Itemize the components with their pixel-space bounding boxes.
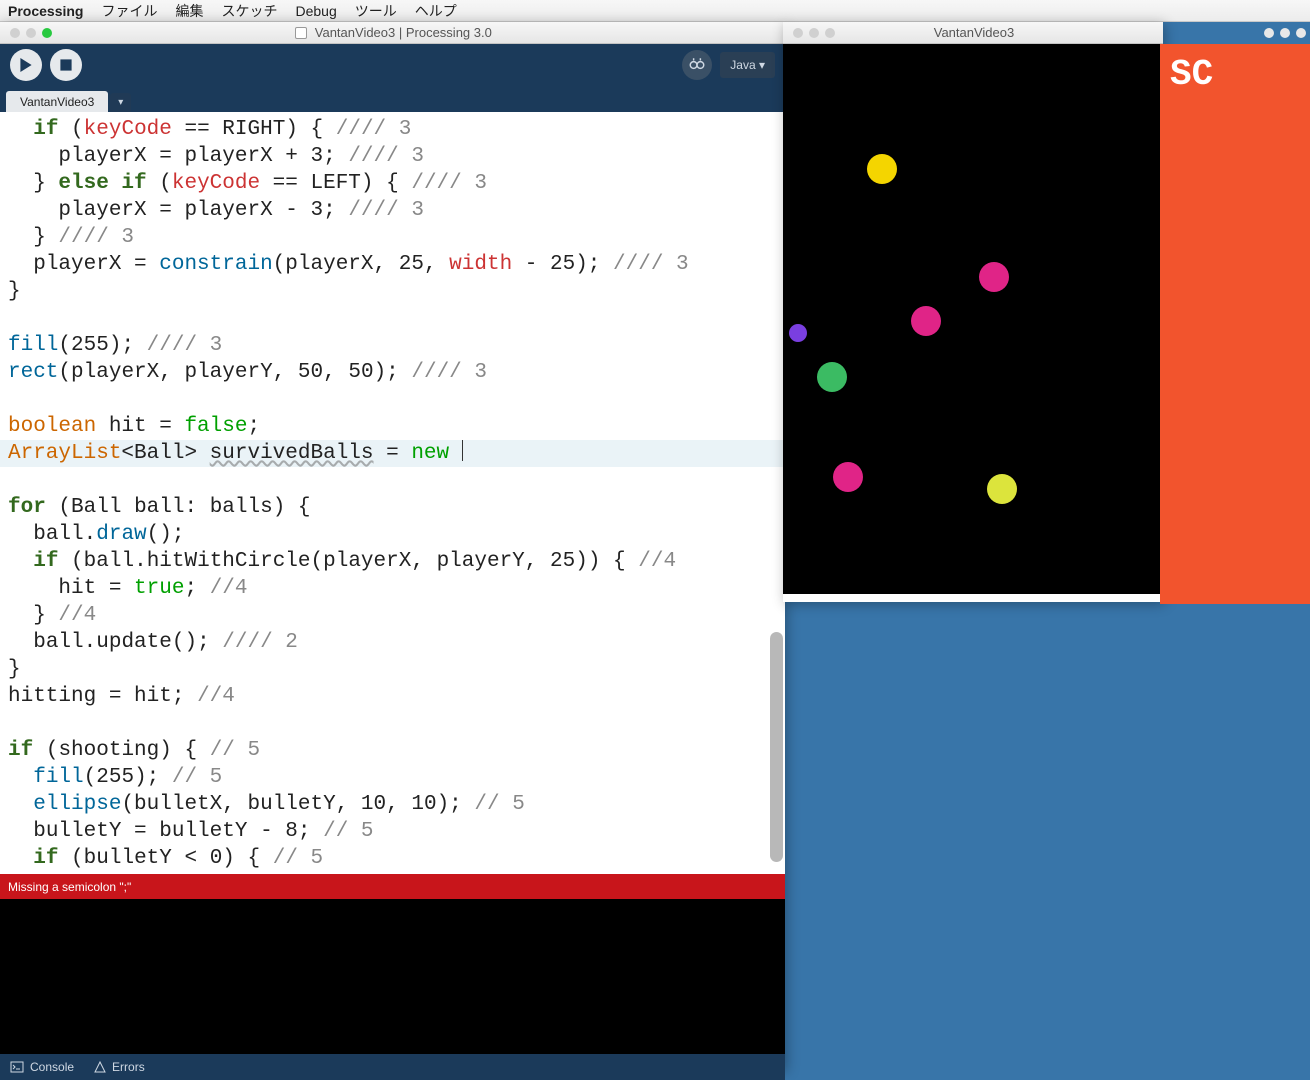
debug-icon[interactable] <box>682 50 712 80</box>
sketch-canvas[interactable] <box>783 44 1163 594</box>
minimize-icon[interactable] <box>809 28 819 38</box>
score-panel: SC <box>1160 44 1310 604</box>
ball <box>911 306 941 336</box>
run-button[interactable] <box>10 49 42 81</box>
window-controls <box>783 28 845 38</box>
ball <box>817 362 847 392</box>
menu-file[interactable]: ファイル <box>101 1 157 21</box>
score-label: SC <box>1170 54 1213 95</box>
menu-tools[interactable]: ツール <box>355 1 397 21</box>
console-tabbar: Console Errors <box>0 1054 785 1080</box>
sketch-run-window: VantanVideo3 <box>783 22 1163 602</box>
document-icon <box>295 27 307 39</box>
ball <box>833 462 863 492</box>
editor-title: VantanVideo3 | Processing 3.0 <box>62 25 785 40</box>
menu-edit[interactable]: 編集 <box>175 1 203 21</box>
mode-selector[interactable]: Java ▾ <box>720 52 775 78</box>
zoom-icon[interactable] <box>1296 28 1306 38</box>
menu-help[interactable]: ヘルプ <box>415 1 457 21</box>
editor-toolbar: Java ▾ <box>0 44 785 86</box>
ball <box>979 262 1009 292</box>
processing-editor-window: VantanVideo3 | Processing 3.0 Java ▾ Van… <box>0 22 785 1070</box>
bg-window-controls <box>1264 28 1306 38</box>
zoom-icon[interactable] <box>42 28 52 38</box>
run-titlebar: VantanVideo3 <box>783 22 1163 44</box>
close-icon[interactable] <box>793 28 803 38</box>
window-controls <box>0 28 62 38</box>
mac-menubar: Processing ファイル 編集 スケッチ Debug ツール ヘルプ <box>0 0 1310 22</box>
run-title: VantanVideo3 <box>845 25 1163 40</box>
code-editor[interactable]: if (keyCode == RIGHT) { //// 3 playerX =… <box>0 112 785 874</box>
error-message: Missing a semicolon ";" <box>8 880 131 894</box>
ball <box>789 324 807 342</box>
console-output[interactable] <box>0 899 785 1054</box>
tab-menu-icon[interactable]: ▾ <box>110 93 131 112</box>
error-bar: Missing a semicolon ";" <box>0 874 785 899</box>
menu-sketch[interactable]: スケッチ <box>221 1 277 21</box>
errors-tab[interactable]: Errors <box>94 1060 145 1074</box>
vertical-scrollbar[interactable] <box>770 632 783 862</box>
minimize-icon[interactable] <box>26 28 36 38</box>
stop-button[interactable] <box>50 49 82 81</box>
app-name: Processing <box>8 3 83 19</box>
minimize-icon[interactable] <box>1280 28 1290 38</box>
ball <box>867 154 897 184</box>
close-icon[interactable] <box>10 28 20 38</box>
zoom-icon[interactable] <box>825 28 835 38</box>
sketch-tab[interactable]: VantanVideo3 <box>6 91 108 112</box>
editor-titlebar: VantanVideo3 | Processing 3.0 <box>0 22 785 44</box>
editor-tabbar: VantanVideo3 ▾ <box>0 86 785 112</box>
console-tab[interactable]: Console <box>10 1060 74 1074</box>
menu-debug[interactable]: Debug <box>295 3 336 19</box>
ball <box>987 474 1017 504</box>
close-icon[interactable] <box>1264 28 1274 38</box>
